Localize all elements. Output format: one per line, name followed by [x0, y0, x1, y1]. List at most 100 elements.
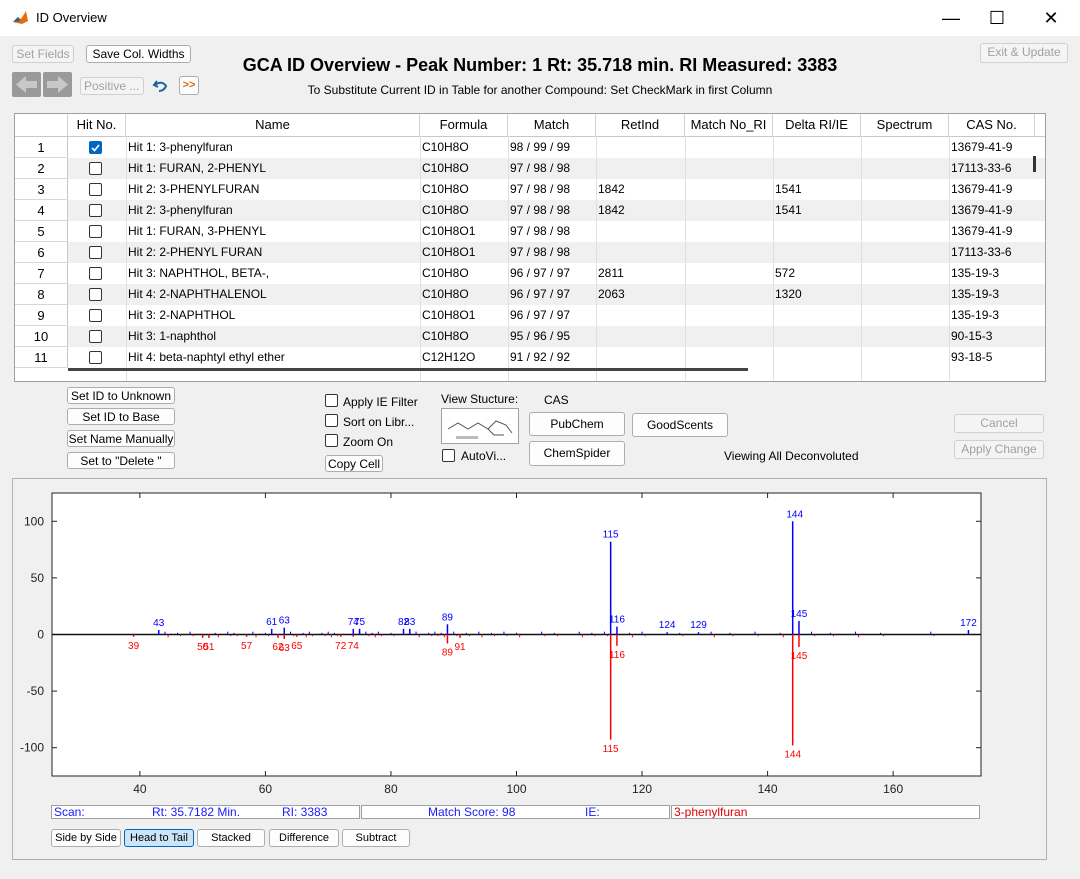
cell-match[interactable]: 97 / 98 / 98 — [510, 200, 570, 221]
cell-delta[interactable]: 572 — [775, 263, 795, 284]
set-id-base-button[interactable]: Set ID to Base — [67, 408, 175, 425]
cell-delta[interactable]: 1320 — [775, 284, 802, 305]
cell-name[interactable]: Hit 3: 2-NAPHTHOL — [128, 305, 235, 326]
cell-name[interactable]: Hit 2: 2-PHENYL FURAN — [128, 242, 262, 263]
table-row[interactable]: 8 Hit 4: 2-NAPHTHALENOL C10H8O 96 / 97 / 97… — [15, 284, 1045, 305]
table-row[interactable]: 5 Hit 1: FURAN, 3-PHENYL C10H8O1 97 / 98 / … — [15, 221, 1045, 242]
cell-match[interactable]: 95 / 96 / 95 — [510, 326, 570, 347]
cell-name[interactable]: Hit 4: beta-naphtyl ethyl ether — [128, 347, 285, 368]
cell-formula[interactable]: C10H8O — [422, 137, 469, 158]
cell-retind[interactable]: 2063 — [598, 284, 625, 305]
cell-name[interactable]: Hit 2: 3-phenylfuran — [128, 200, 233, 221]
hit-checkbox[interactable] — [89, 309, 102, 322]
hit-checkbox[interactable] — [89, 288, 102, 301]
close-button[interactable]: ✕ — [1028, 4, 1074, 32]
set-name-manually-button[interactable]: Set Name Manually — [67, 430, 175, 447]
col-header-delta-ri[interactable]: Delta RI/IE — [773, 114, 861, 136]
cell-retind[interactable]: 2811 — [598, 263, 624, 284]
cell-cas[interactable]: 13679-41-9 — [951, 200, 1012, 221]
table-row[interactable]: 7 Hit 3: NAPHTHOL, BETA-, C10H8O 96 / 97 / … — [15, 263, 1045, 284]
spectrum-chart[interactable]: 100500-50-10040 60 80 100 120 140 16043 61 63 747… — [12, 486, 1012, 806]
subtract-button[interactable]: Subtract — [342, 829, 410, 847]
cell-match[interactable]: 96 / 97 / 97 — [510, 305, 570, 326]
cell-formula[interactable]: C10H8O — [422, 326, 469, 347]
maximize-button[interactable]: ☐ — [974, 4, 1020, 32]
table-row[interactable]: 1 Hit 1: 3-phenylfuran C10H8O 98 / 99 / 99 1… — [15, 137, 1045, 158]
cell-match[interactable]: 97 / 98 / 98 — [510, 179, 570, 200]
cell-formula[interactable]: C10H8O1 — [422, 221, 475, 242]
cell-match[interactable]: 91 / 92 / 92 — [510, 347, 570, 368]
goodscents-button[interactable]: GoodScents — [632, 413, 728, 437]
cell-delta[interactable]: 1541 — [775, 179, 802, 200]
cell-match[interactable]: 97 / 98 / 98 — [510, 242, 570, 263]
col-header-match-no-ri[interactable]: Match No_RI — [685, 114, 773, 136]
cell-retind[interactable]: 1842 — [598, 200, 625, 221]
auto-view-checkbox[interactable] — [442, 449, 455, 462]
table-row[interactable]: 10 Hit 3: 1-naphthol C10H8O 95 / 96 / 95 90-… — [15, 326, 1045, 347]
cell-formula[interactable]: C10H8O — [422, 284, 469, 305]
cell-cas[interactable]: 135-19-3 — [951, 305, 999, 326]
difference-button[interactable]: Difference — [269, 829, 339, 847]
hit-checkbox[interactable] — [89, 162, 102, 175]
vertical-scrollbar-thumb[interactable] — [1033, 156, 1036, 172]
cell-formula[interactable]: C10H8O — [422, 158, 469, 179]
hit-checkbox[interactable] — [89, 246, 102, 259]
cell-formula[interactable]: C10H8O — [422, 263, 469, 284]
cell-cas[interactable]: 135-19-3 — [951, 263, 999, 284]
cell-name[interactable]: Hit 2: 3-PHENYLFURAN — [128, 179, 259, 200]
cell-cas[interactable]: 90-15-3 — [951, 326, 992, 347]
cell-match[interactable]: 97 / 98 / 98 — [510, 158, 570, 179]
cell-name[interactable]: Hit 3: NAPHTHOL, BETA-, — [128, 263, 269, 284]
cell-formula[interactable]: C10H8O1 — [422, 242, 475, 263]
cell-cas[interactable]: 17113-33-6 — [951, 242, 1012, 263]
zoom-on-checkbox[interactable] — [325, 434, 338, 447]
cell-match[interactable]: 97 / 98 / 98 — [510, 221, 570, 242]
stacked-button[interactable]: Stacked — [197, 829, 265, 847]
hit-checkbox[interactable] — [89, 225, 102, 238]
hit-checkbox[interactable] — [89, 141, 102, 154]
col-header-cas[interactable]: CAS No. — [949, 114, 1035, 136]
cell-cas[interactable]: 135-19-3 — [951, 284, 999, 305]
hit-checkbox[interactable] — [89, 183, 102, 196]
cell-delta[interactable]: 1541 — [775, 200, 802, 221]
col-header-retind[interactable]: RetInd — [596, 114, 685, 136]
cell-match[interactable]: 96 / 97 / 97 — [510, 284, 570, 305]
table-row[interactable]: 6 Hit 2: 2-PHENYL FURAN C10H8O1 97 / 98 / 9… — [15, 242, 1045, 263]
hit-checkbox[interactable] — [89, 330, 102, 343]
apply-change-button[interactable]: Apply Change — [954, 440, 1044, 459]
cell-name[interactable]: Hit 4: 2-NAPHTHALENOL — [128, 284, 267, 305]
cell-retind[interactable]: 1842 — [598, 179, 625, 200]
hit-checkbox[interactable] — [89, 267, 102, 280]
table-row[interactable]: 2 Hit 1: FURAN, 2-PHENYL C10H8O 97 / 98 / 9… — [15, 158, 1045, 179]
cell-formula[interactable]: C10H8O — [422, 179, 469, 200]
cell-formula[interactable]: C10H8O — [422, 200, 469, 221]
cell-cas[interactable]: 17113-33-6 — [951, 158, 1012, 179]
cell-match[interactable]: 98 / 99 / 99 — [510, 137, 570, 158]
cell-cas[interactable]: 13679-41-9 — [951, 179, 1012, 200]
chemspider-button[interactable]: ChemSpider — [529, 441, 625, 466]
hits-table[interactable]: Hit No. Name Formula Match RetInd Match … — [14, 113, 1046, 382]
cell-name[interactable]: Hit 3: 1-naphthol — [128, 326, 216, 347]
set-id-unknown-button[interactable]: Set ID to Unknown — [67, 387, 175, 404]
cell-match[interactable]: 96 / 97 / 97 — [510, 263, 570, 284]
cell-name[interactable]: Hit 1: FURAN, 3-PHENYL — [128, 221, 266, 242]
hit-checkbox[interactable] — [89, 204, 102, 217]
col-header-hit-no[interactable]: Hit No. — [68, 114, 126, 136]
horizontal-scrollbar-thumb[interactable] — [68, 368, 748, 371]
structure-image[interactable] — [441, 408, 519, 444]
table-row[interactable]: 4 Hit 2: 3-phenylfuran C10H8O 97 / 98 / 98 1… — [15, 200, 1045, 221]
col-header-name[interactable]: Name — [126, 114, 420, 136]
copy-cell-button[interactable]: Copy Cell — [325, 455, 383, 472]
col-header-spectrum[interactable]: Spectrum — [861, 114, 949, 136]
cell-formula[interactable]: C12H12O — [422, 347, 475, 368]
apply-ie-filter-checkbox[interactable] — [325, 394, 338, 407]
table-row[interactable]: 3 Hit 2: 3-PHENYLFURAN C10H8O 97 / 98 / 98 1… — [15, 179, 1045, 200]
side-by-side-button[interactable]: Side by Side — [51, 829, 121, 847]
hit-checkbox[interactable] — [89, 351, 102, 364]
table-row[interactable]: 11 Hit 4: beta-naphtyl ethyl ether C12H12O… — [15, 347, 1045, 368]
cell-name[interactable]: Hit 1: 3-phenylfuran — [128, 137, 233, 158]
set-delete-button[interactable]: Set to "Delete " — [67, 452, 175, 469]
cell-cas[interactable]: 93-18-5 — [951, 347, 992, 368]
cancel-button[interactable]: Cancel — [954, 414, 1044, 433]
cell-name[interactable]: Hit 1: FURAN, 2-PHENYL — [128, 158, 266, 179]
